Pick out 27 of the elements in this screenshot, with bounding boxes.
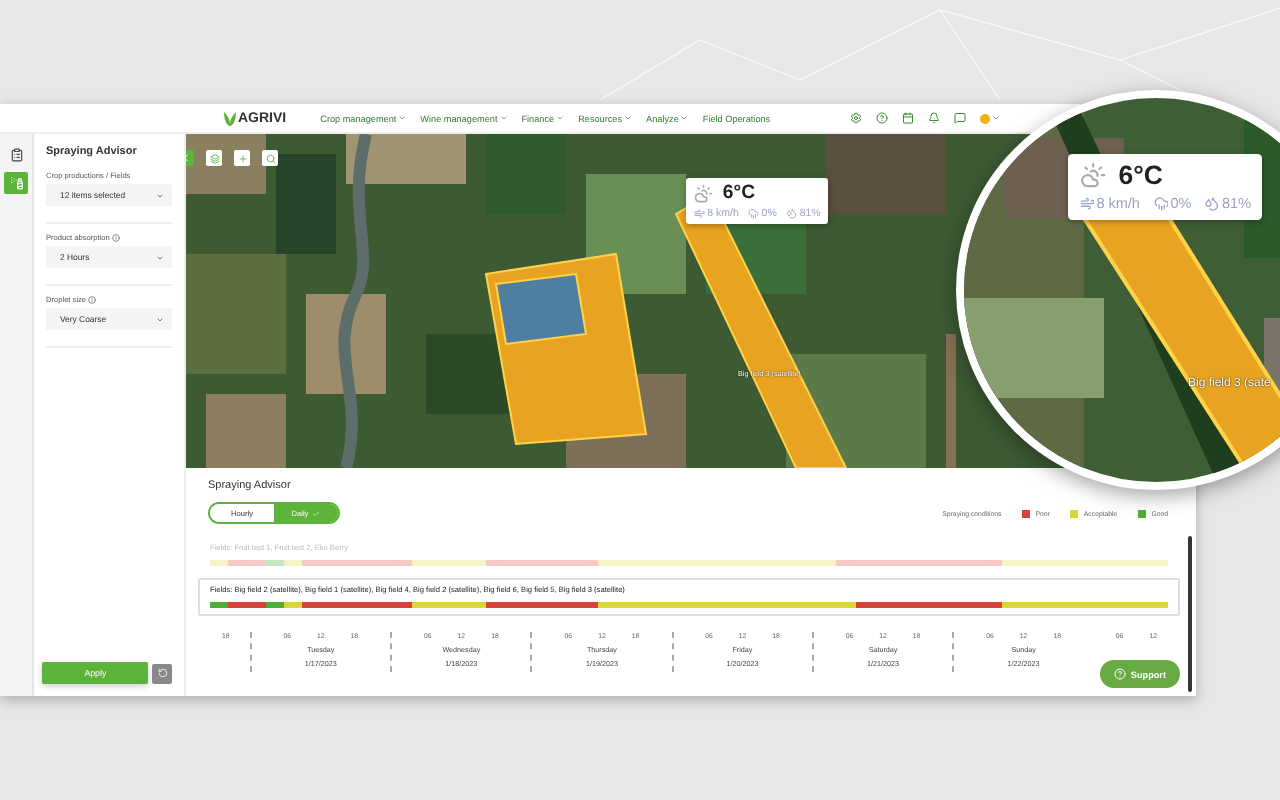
- cloud-sun-icon: [1079, 162, 1106, 189]
- settings-icon[interactable]: [850, 112, 863, 124]
- rain-icon: [748, 208, 760, 220]
- leaf-icon: [224, 111, 236, 125]
- help-icon: [1114, 668, 1127, 680]
- calendar-icon[interactable]: [902, 112, 915, 124]
- info-icon: [88, 296, 97, 304]
- cloud-sun-icon: [694, 184, 714, 204]
- temperature: 6°C: [1118, 160, 1163, 191]
- add-button[interactable]: [234, 150, 250, 166]
- clipboard-icon: [9, 148, 23, 162]
- humidity-icon: [786, 208, 798, 220]
- wind-icon: [694, 208, 706, 220]
- temperature: 6°C: [722, 182, 755, 205]
- reset-button[interactable]: [152, 663, 172, 683]
- rain-icon: [1153, 196, 1169, 212]
- wind-icon: [1079, 196, 1095, 212]
- help-icon[interactable]: [876, 112, 889, 124]
- humidity-icon: [1204, 196, 1220, 212]
- search-button[interactable]: [262, 150, 278, 166]
- layers-button[interactable]: [206, 150, 222, 166]
- check-icon: [312, 509, 321, 517]
- scrollbar[interactable]: [1188, 536, 1192, 692]
- reset-icon: [157, 668, 168, 678]
- bell-icon[interactable]: [928, 112, 941, 124]
- chat-icon[interactable]: [954, 112, 967, 124]
- info-icon: [111, 234, 120, 242]
